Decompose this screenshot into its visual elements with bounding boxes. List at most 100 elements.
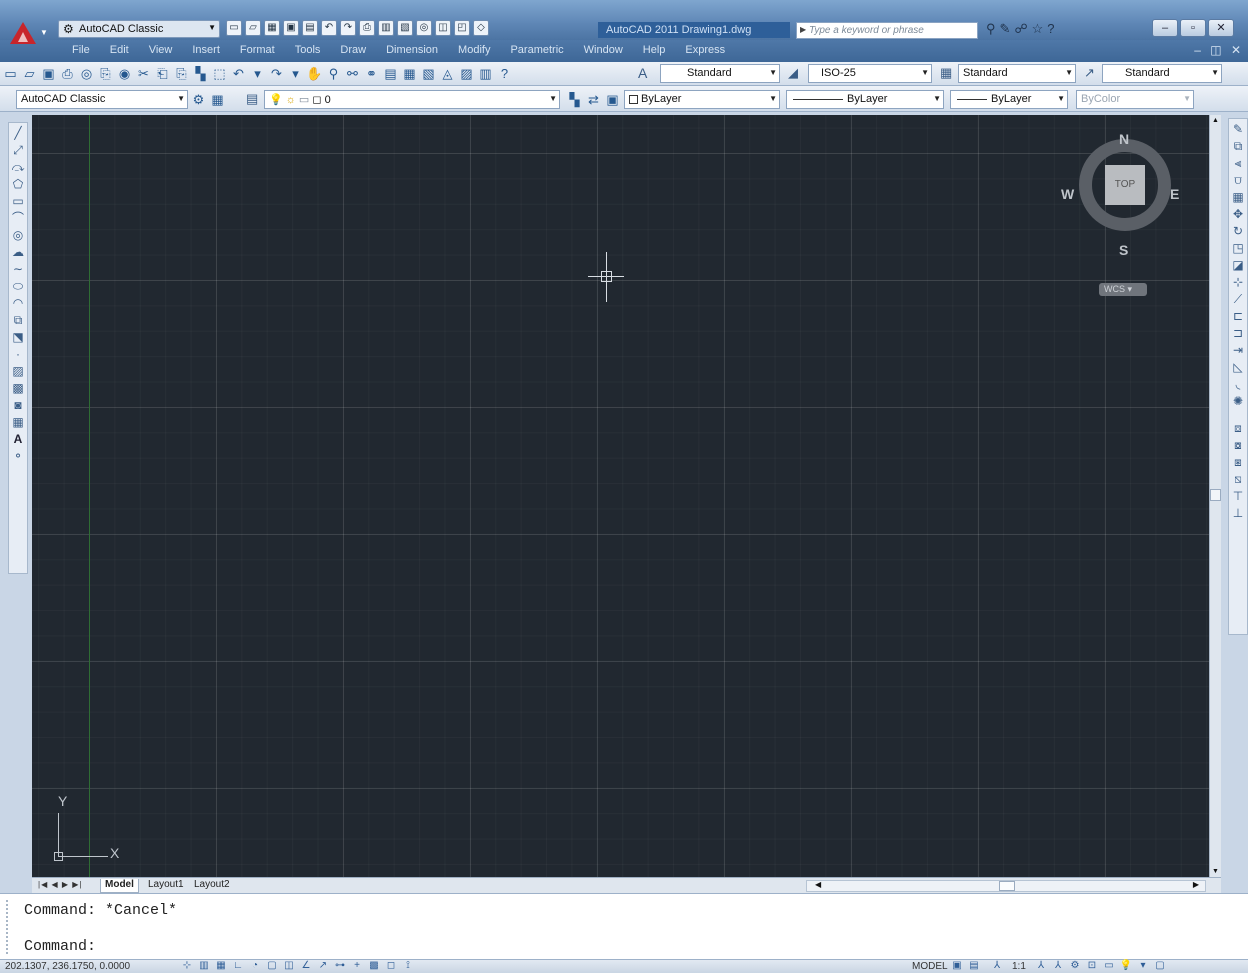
erase-icon[interactable]: ✎	[1230, 122, 1246, 137]
favorites-icon[interactable]: ☆	[1032, 21, 1044, 37]
drawing-area[interactable]: N S E W TOP WCS ▾ Y X	[32, 115, 1209, 877]
qnew-icon[interactable]: ▭	[2, 65, 19, 82]
lineweight-dropdown[interactable]: ByLayer ▼	[950, 90, 1068, 109]
multileader-style-icon[interactable]: ↗	[1084, 65, 1095, 81]
table-icon[interactable]: ▦	[10, 415, 26, 430]
ellipse-arc-icon[interactable]: ◠	[10, 296, 26, 311]
menu-tools[interactable]: Tools	[285, 44, 331, 56]
table-style-dropdown[interactable]: Standard ▼	[958, 64, 1076, 83]
draw-order-back-icon[interactable]: ⧇	[1230, 438, 1246, 453]
menu-dimension[interactable]: Dimension	[376, 44, 448, 56]
markup-set-icon[interactable]: ▨	[458, 65, 475, 82]
annotation-scale[interactable]: 1:1	[1012, 961, 1026, 972]
workspace-switcher[interactable]: ⚙ AutoCAD Classic ▼	[58, 20, 220, 38]
add-selected-icon[interactable]: ⚬	[10, 449, 26, 464]
hatch-back-icon[interactable]: ⊥	[1230, 506, 1246, 521]
clean-screen-icon[interactable]: ▢	[1153, 960, 1167, 972]
workspace-dropdown[interactable]: AutoCAD Classic ▼	[16, 90, 188, 109]
join-icon[interactable]: ⇥	[1230, 343, 1246, 358]
grid-display-icon[interactable]: ▦	[214, 960, 228, 972]
polyline-icon[interactable]: ⤼	[10, 160, 26, 175]
undo-icon[interactable]: ↶	[321, 20, 337, 36]
draw-order-front-icon[interactable]: ⧈	[1230, 421, 1246, 436]
sheet-icon[interactable]: ▧	[397, 20, 413, 36]
stretch-icon[interactable]: ◪	[1230, 258, 1246, 273]
scale-icon[interactable]: ◳	[1230, 241, 1246, 256]
multileader-style-dropdown[interactable]: Standard ▼	[1102, 64, 1222, 83]
3d-object-snap-icon[interactable]: ◫	[282, 960, 296, 972]
menu-window[interactable]: Window	[574, 44, 633, 56]
scroll-right-icon[interactable]: ▶	[1193, 880, 1199, 889]
plot-icon[interactable]: ⎙	[59, 65, 76, 82]
color-dropdown[interactable]: ByLayer ▼	[624, 90, 780, 109]
lock-icon[interactable]: ⊡	[1085, 960, 1099, 972]
dynamic-ucs-icon[interactable]: ↗	[316, 960, 330, 972]
dim-style-dropdown[interactable]: ISO-25 ▼	[808, 64, 932, 83]
undo-icon[interactable]: ↶	[230, 65, 247, 82]
menu-edit[interactable]: Edit	[100, 44, 139, 56]
text-style-icon[interactable]: A	[638, 65, 647, 81]
menu-draw[interactable]: Draw	[330, 44, 376, 56]
point-icon[interactable]: ·	[10, 347, 26, 362]
horizontal-scrollbar[interactable]: ◀ ▶	[806, 880, 1206, 892]
annotation-visibility-icon[interactable]: ⅄	[1034, 960, 1048, 972]
save-as-icon[interactable]: ▤	[302, 20, 318, 36]
tool-palettes-icon[interactable]: ▧	[420, 65, 437, 82]
layer-previous-icon[interactable]: ⇄	[585, 91, 602, 108]
zoom-icon[interactable]: ◰	[454, 20, 470, 36]
block-editor-icon[interactable]: ⬚	[211, 65, 228, 82]
command-scrollbar[interactable]	[1236, 900, 1248, 954]
break-at-point-icon[interactable]: ⊏	[1230, 309, 1246, 324]
isolate-objects-icon[interactable]: 💡	[1119, 960, 1133, 972]
open-sheet-set-icon[interactable]: ▦	[264, 20, 280, 36]
wcs-menu-button[interactable]: WCS ▾	[1099, 283, 1147, 296]
properties-icon[interactable]: ◎	[416, 20, 432, 36]
move-icon[interactable]: ✥	[1230, 207, 1246, 222]
scroll-left-icon[interactable]: ◀	[815, 880, 821, 889]
ortho-mode-icon[interactable]: ∟	[231, 960, 245, 972]
horizontal-scroll-thumb[interactable]	[999, 881, 1015, 891]
circle-icon[interactable]: ◎	[10, 228, 26, 243]
text-front-icon[interactable]: ⊤	[1230, 489, 1246, 504]
application-menu-button[interactable]	[10, 22, 36, 44]
search-input[interactable]: ▶ Type a keyword or phrase	[796, 22, 978, 39]
cut-icon[interactable]: ✂	[135, 65, 152, 82]
sheet-set-manager-icon[interactable]: ◬	[439, 65, 456, 82]
rectangle-icon[interactable]: ▭	[10, 194, 26, 209]
menu-express[interactable]: Express	[675, 44, 735, 56]
tab-model[interactable]: Model	[100, 879, 139, 893]
quick-view-layouts-icon[interactable]: ▣	[950, 960, 964, 972]
explode-icon[interactable]: ✺	[1230, 394, 1246, 409]
model-space-toggle[interactable]: MODEL	[912, 961, 948, 972]
hatch-icon[interactable]: ▨	[10, 364, 26, 379]
my-workspace-icon[interactable]: ▦	[209, 91, 226, 108]
dynamic-input-icon[interactable]: ⊶	[333, 960, 347, 972]
zoom-window-icon[interactable]: ⚯	[344, 65, 361, 82]
object-snap-tracking-icon[interactable]: ∠	[299, 960, 313, 972]
layer-state-icon[interactable]: ▣	[604, 91, 621, 108]
layer-dropdown[interactable]: 💡 ☼ ▭ ◻ 0 ▼	[264, 90, 560, 109]
transparency-icon[interactable]: ▩	[367, 960, 381, 972]
snap-mode-icon[interactable]: ▥	[197, 960, 211, 972]
undo-dropdown-icon[interactable]: ▾	[249, 65, 266, 82]
fillet-icon[interactable]: ◟	[1230, 377, 1246, 392]
trim-icon[interactable]: ⊹	[1230, 275, 1246, 290]
minimize-button[interactable]: –	[1152, 19, 1178, 37]
zoom-realtime-icon[interactable]: ⚲	[325, 65, 342, 82]
application-menu-dropdown-icon[interactable]: ▼	[40, 28, 48, 37]
publish-icon[interactable]: ⎘	[97, 65, 114, 82]
lineweight-toggle-icon[interactable]: +	[350, 960, 364, 972]
menu-format[interactable]: Format	[230, 44, 285, 56]
command-line-input[interactable]: Command:	[24, 938, 96, 955]
vertical-scroll-thumb[interactable]	[1210, 489, 1221, 501]
quick-properties-icon[interactable]: ◻	[384, 960, 398, 972]
gradient-icon[interactable]: ▩	[10, 381, 26, 396]
close-button[interactable]: ✕	[1208, 19, 1234, 37]
menu-help[interactable]: Help	[633, 44, 676, 56]
compass-west[interactable]: W	[1061, 186, 1074, 202]
array-icon[interactable]: ▦	[1230, 190, 1246, 205]
tab-layout1[interactable]: Layout1	[144, 879, 188, 893]
mirror-icon[interactable]: ⫷	[1230, 156, 1246, 171]
ellipse-icon[interactable]: ⬭	[10, 279, 26, 294]
communication-icon[interactable]: ☍	[1014, 21, 1027, 37]
